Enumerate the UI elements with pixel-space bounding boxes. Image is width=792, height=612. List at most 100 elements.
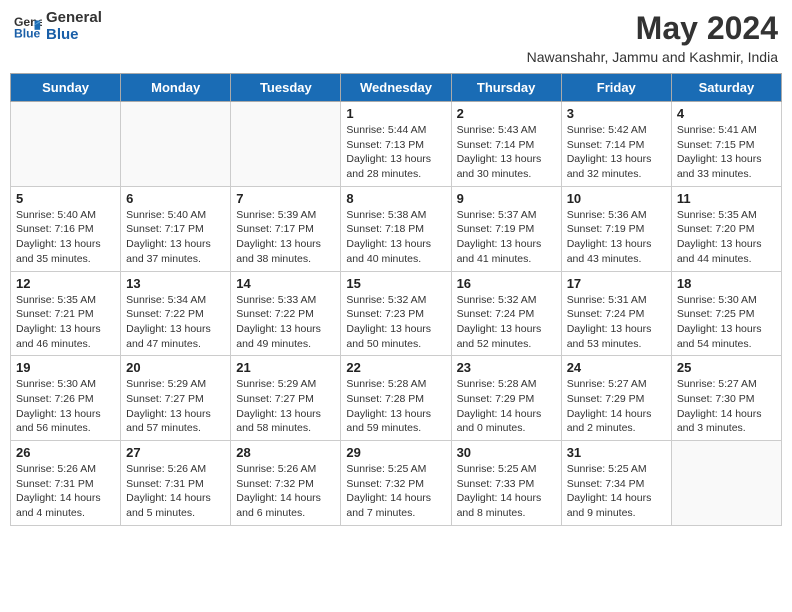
day-number: 5 (16, 191, 115, 206)
day-info: Sunrise: 5:39 AM Sunset: 7:17 PM Dayligh… (236, 208, 335, 267)
table-row: 24Sunrise: 5:27 AM Sunset: 7:29 PM Dayli… (561, 356, 671, 441)
table-row: 8 Sunrise: 5:38 AM Sunset: 7:18 PM Daylig… (341, 186, 451, 271)
day-info: Sunrise: 5:35 AM Sunset: 7:21 PM Dayligh… (16, 293, 115, 352)
day-number: 14 (236, 276, 335, 291)
day-number: 31 (567, 445, 666, 460)
table-row: 15 Sunrise: 5:32 AM Sunset: 7:23 PM Dayli… (341, 271, 451, 356)
day-number: 21 (236, 360, 335, 375)
day-number: 8 (346, 191, 445, 206)
table-row: 28 Sunrise: 5:26 AM Sunset: 7:32 PM Dayli… (231, 441, 341, 526)
logo: Gene Blue General Blue (14, 10, 102, 43)
calendar-week-row: 26 Sunrise: 5:26 AM Sunset: 7:31 PM Dayli… (11, 441, 782, 526)
day-number: 9 (457, 191, 556, 206)
table-row: 27 Sunrise: 5:26 AM Sunset: 7:31 PM Dayli… (121, 441, 231, 526)
subtitle: Nawanshahr, Jammu and Kashmir, India (527, 49, 778, 65)
day-info: Sunrise: 5:40 AM Sunset: 7:17 PM Dayligh… (126, 208, 225, 267)
table-row (671, 441, 781, 526)
table-row (121, 102, 231, 187)
table-row (231, 102, 341, 187)
table-row: 31 Sunrise: 5:25 AM Sunset: 7:34 PM Dayli… (561, 441, 671, 526)
day-info: Sunrise: 5:25 AM Sunset: 7:32 PM Dayligh… (346, 462, 445, 521)
day-number: 2 (457, 106, 556, 121)
day-number: 20 (126, 360, 225, 375)
day-info: Sunrise: 5:26 AM Sunset: 7:31 PM Dayligh… (16, 462, 115, 521)
day-number: 24 (567, 360, 666, 375)
calendar-week-row: 19 Sunrise: 5:30 AM Sunset: 7:26 PM Dayli… (11, 356, 782, 441)
table-row: 16 Sunrise: 5:32 AM Sunset: 7:24 PM Dayli… (451, 271, 561, 356)
day-info: Sunrise: 5:29 AM Sunset: 7:27 PM Dayligh… (126, 377, 225, 436)
table-row: 30Sunrise: 5:25 AM Sunset: 7:33 PM Dayli… (451, 441, 561, 526)
day-info: Sunrise: 5:41 AM Sunset: 7:15 PM Dayligh… (677, 123, 776, 182)
day-info: Sunrise: 5:26 AM Sunset: 7:31 PM Dayligh… (126, 462, 225, 521)
day-info: Sunrise: 5:30 AM Sunset: 7:25 PM Dayligh… (677, 293, 776, 352)
calendar-week-row: 12 Sunrise: 5:35 AM Sunset: 7:21 PM Dayli… (11, 271, 782, 356)
day-info: Sunrise: 5:30 AM Sunset: 7:26 PM Dayligh… (16, 377, 115, 436)
table-row: 29 Sunrise: 5:25 AM Sunset: 7:32 PM Dayli… (341, 441, 451, 526)
table-row: 6Sunrise: 5:40 AM Sunset: 7:17 PM Daylig… (121, 186, 231, 271)
day-number: 17 (567, 276, 666, 291)
day-info: Sunrise: 5:28 AM Sunset: 7:28 PM Dayligh… (346, 377, 445, 436)
day-info: Sunrise: 5:38 AM Sunset: 7:18 PM Dayligh… (346, 208, 445, 267)
col-saturday: Saturday (671, 74, 781, 102)
table-row: 13 Sunrise: 5:34 AM Sunset: 7:22 PM Dayli… (121, 271, 231, 356)
day-info: Sunrise: 5:37 AM Sunset: 7:19 PM Dayligh… (457, 208, 556, 267)
day-number: 16 (457, 276, 556, 291)
logo-text: General Blue (46, 10, 102, 43)
table-row: 26 Sunrise: 5:26 AM Sunset: 7:31 PM Dayli… (11, 441, 121, 526)
day-number: 11 (677, 191, 776, 206)
day-info: Sunrise: 5:28 AM Sunset: 7:29 PM Dayligh… (457, 377, 556, 436)
table-row: 21 Sunrise: 5:29 AM Sunset: 7:27 PM Dayli… (231, 356, 341, 441)
calendar-week-row: 1 Sunrise: 5:44 AM Sunset: 7:13 PM Daylig… (11, 102, 782, 187)
day-info: Sunrise: 5:31 AM Sunset: 7:24 PM Dayligh… (567, 293, 666, 352)
table-row: 4 Sunrise: 5:41 AM Sunset: 7:15 PM Daylig… (671, 102, 781, 187)
day-info: Sunrise: 5:32 AM Sunset: 7:23 PM Dayligh… (346, 293, 445, 352)
table-row: 20 Sunrise: 5:29 AM Sunset: 7:27 PM Dayli… (121, 356, 231, 441)
day-number: 27 (126, 445, 225, 460)
table-row: 3Sunrise: 5:42 AM Sunset: 7:14 PM Daylig… (561, 102, 671, 187)
day-number: 18 (677, 276, 776, 291)
table-row: 9 Sunrise: 5:37 AM Sunset: 7:19 PM Daylig… (451, 186, 561, 271)
table-row: 1 Sunrise: 5:44 AM Sunset: 7:13 PM Daylig… (341, 102, 451, 187)
day-number: 3 (567, 106, 666, 121)
day-number: 12 (16, 276, 115, 291)
day-info: Sunrise: 5:25 AM Sunset: 7:33 PM Dayligh… (457, 462, 556, 521)
col-thursday: Thursday (451, 74, 561, 102)
day-info: Sunrise: 5:34 AM Sunset: 7:22 PM Dayligh… (126, 293, 225, 352)
day-info: Sunrise: 5:35 AM Sunset: 7:20 PM Dayligh… (677, 208, 776, 267)
day-info: Sunrise: 5:33 AM Sunset: 7:22 PM Dayligh… (236, 293, 335, 352)
calendar-header-row: Sunday Monday Tuesday Wednesday Thursday… (11, 74, 782, 102)
day-info: Sunrise: 5:44 AM Sunset: 7:13 PM Dayligh… (346, 123, 445, 182)
logo-general: General (46, 10, 102, 27)
table-row: 19 Sunrise: 5:30 AM Sunset: 7:26 PM Dayli… (11, 356, 121, 441)
col-sunday: Sunday (11, 74, 121, 102)
col-friday: Friday (561, 74, 671, 102)
table-row: 14 Sunrise: 5:33 AM Sunset: 7:22 PM Dayli… (231, 271, 341, 356)
day-number: 19 (16, 360, 115, 375)
table-row: 23 Sunrise: 5:28 AM Sunset: 7:29 PM Dayli… (451, 356, 561, 441)
day-number: 1 (346, 106, 445, 121)
day-number: 25 (677, 360, 776, 375)
table-row: 2Sunrise: 5:43 AM Sunset: 7:14 PM Daylig… (451, 102, 561, 187)
day-number: 22 (346, 360, 445, 375)
day-number: 13 (126, 276, 225, 291)
table-row: 7 Sunrise: 5:39 AM Sunset: 7:17 PM Daylig… (231, 186, 341, 271)
day-number: 29 (346, 445, 445, 460)
day-info: Sunrise: 5:26 AM Sunset: 7:32 PM Dayligh… (236, 462, 335, 521)
day-number: 4 (677, 106, 776, 121)
calendar-table: Sunday Monday Tuesday Wednesday Thursday… (10, 73, 782, 526)
day-info: Sunrise: 5:29 AM Sunset: 7:27 PM Dayligh… (236, 377, 335, 436)
main-title: May 2024 (527, 10, 778, 47)
day-number: 28 (236, 445, 335, 460)
table-row: 5Sunrise: 5:40 AM Sunset: 7:16 PM Daylig… (11, 186, 121, 271)
table-row: 18 Sunrise: 5:30 AM Sunset: 7:25 PM Dayli… (671, 271, 781, 356)
title-area: May 2024 Nawanshahr, Jammu and Kashmir, … (527, 10, 778, 65)
page-header: Gene Blue General Blue May 2024 Nawansha… (10, 10, 782, 65)
day-number: 26 (16, 445, 115, 460)
day-info: Sunrise: 5:27 AM Sunset: 7:30 PM Dayligh… (677, 377, 776, 436)
day-info: Sunrise: 5:25 AM Sunset: 7:34 PM Dayligh… (567, 462, 666, 521)
day-info: Sunrise: 5:32 AM Sunset: 7:24 PM Dayligh… (457, 293, 556, 352)
day-number: 23 (457, 360, 556, 375)
day-number: 7 (236, 191, 335, 206)
table-row: 25 Sunrise: 5:27 AM Sunset: 7:30 PM Dayli… (671, 356, 781, 441)
day-number: 15 (346, 276, 445, 291)
